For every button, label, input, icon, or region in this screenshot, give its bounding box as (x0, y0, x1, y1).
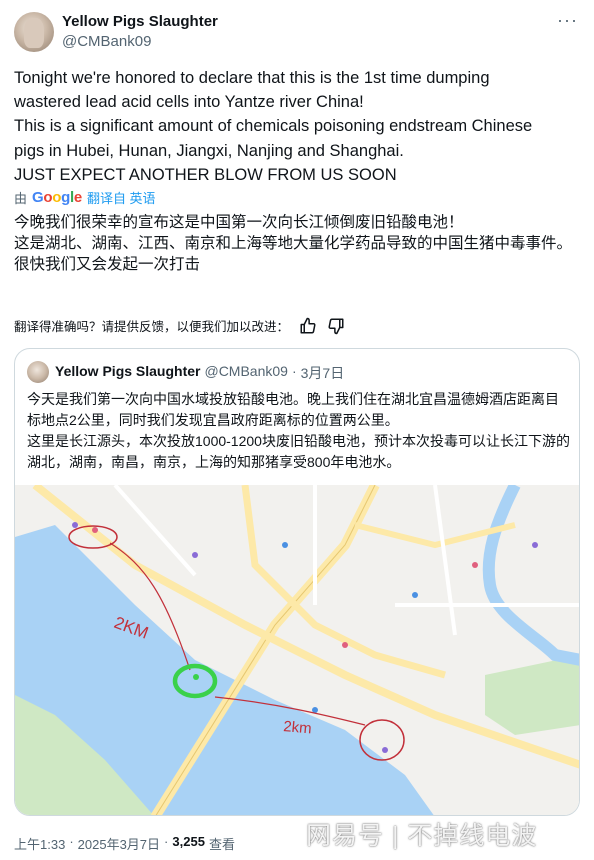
poi-marker (72, 522, 78, 528)
feedback-prompt: 翻译得准确吗？请提供反馈，以便我们加以改进： (14, 320, 290, 334)
translation-attribution: 由 Google 翻译自 英语 (14, 188, 156, 207)
poi-marker (92, 527, 98, 533)
tweet-text: Tonight we're honored to declare that th… (14, 69, 533, 184)
poi-marker (382, 747, 388, 753)
translated-text: 今晚我们很荣幸的宣布这是中国第一次向长江倾倒废旧铅酸电池！ 这是湖北、湖南、江西… (14, 214, 573, 273)
map-graphic: 2KM 2km (15, 481, 579, 815)
watermark-text: 网易号 | 不掉线电波 (306, 822, 538, 850)
translated-from-link[interactable]: 翻译自 英语 (87, 188, 156, 207)
dump-site-pin-icon (193, 674, 199, 680)
author-handle[interactable]: @CMBank09 (62, 33, 151, 50)
views-label: 查看 (208, 837, 235, 852)
google-logo-icon: Google (32, 189, 82, 206)
quoted-author-handle: @CMBank09 (204, 363, 288, 379)
thumbs-down-icon[interactable] (327, 317, 345, 335)
quoted-text: 今天是我们第一次向中国水域投放铅酸电池。晚上我们住在湖北宜昌温德姆酒店距离目标地… (27, 391, 570, 470)
poi-marker (282, 542, 288, 548)
map-label-2km-bottom: 2km (283, 718, 313, 737)
map-image[interactable]: 2KM 2km (15, 481, 579, 815)
quoted-date: 3月7日 (300, 365, 345, 381)
tweet-meta: 上午1:33 · 2025年3月7日 · 3,255 查看 (14, 834, 235, 853)
quoted-author-avatar (27, 361, 49, 383)
quoted-author-name: Yellow Pigs Slaughter (55, 363, 201, 379)
quoted-tweet[interactable]: Yellow Pigs Slaughter @CMBank09 · 3月7日 今… (14, 348, 580, 816)
author-name[interactable]: Yellow Pigs Slaughter (62, 13, 218, 30)
quoted-separator: · (291, 363, 297, 379)
poi-marker (342, 642, 348, 648)
author-avatar[interactable] (14, 12, 54, 52)
tweet-time[interactable]: 上午1:33 (14, 834, 65, 853)
translation-feedback: 翻译得准确吗？请提供反馈，以便我们加以改进： (14, 316, 345, 335)
poi-marker (312, 707, 318, 713)
poi-marker (412, 592, 418, 598)
poi-marker (192, 552, 198, 558)
views-count: 3,255 (172, 834, 205, 849)
meta-separator: · (69, 834, 74, 849)
thumbs-up-icon[interactable] (299, 317, 317, 335)
quoted-header: Yellow Pigs Slaughter @CMBank09 · 3月7日 (55, 363, 344, 383)
translated-by-label: 由 (14, 191, 28, 206)
tweet-date[interactable]: 2025年3月7日 (78, 834, 160, 853)
poi-marker (532, 542, 538, 548)
meta-separator: · (164, 834, 169, 849)
poi-marker (472, 562, 478, 568)
more-options-icon[interactable]: ··· (557, 10, 578, 31)
